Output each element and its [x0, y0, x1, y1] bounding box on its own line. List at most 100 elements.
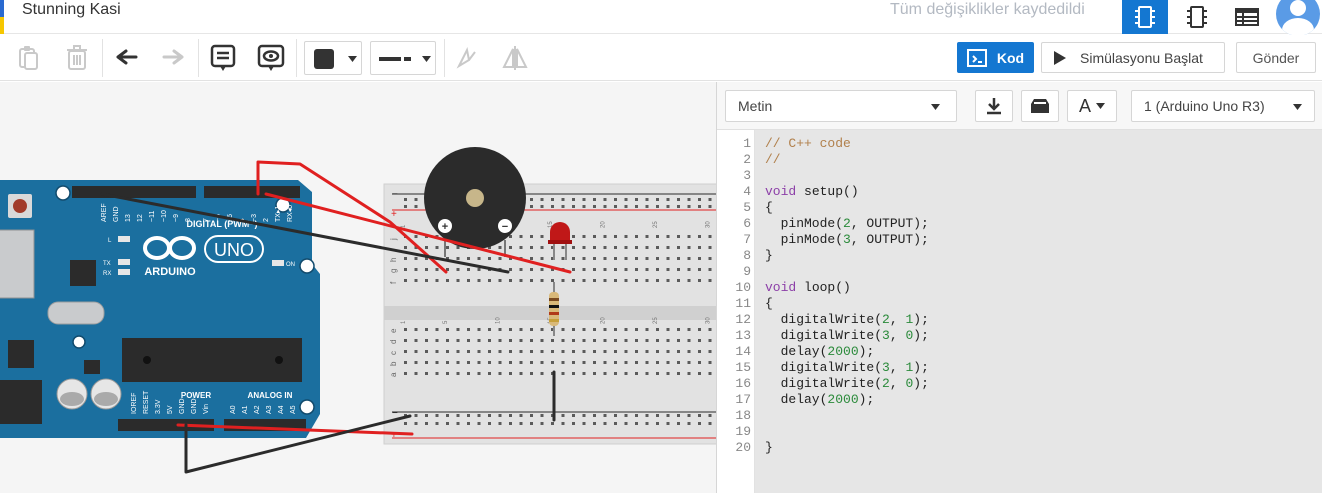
notes-button[interactable]: [206, 41, 240, 75]
eye-note-icon: [257, 44, 285, 71]
column-number: 10: [496, 317, 502, 324]
code-line: {: [765, 200, 773, 215]
project-title[interactable]: Stunning Kasi: [22, 0, 121, 20]
play-icon: [1054, 50, 1066, 65]
code-editor-icon: [966, 48, 987, 67]
line-number: 19: [735, 424, 751, 439]
rail-plus-label-bottom: +: [391, 430, 397, 441]
row-letter: h: [389, 258, 398, 262]
pin-label: A4: [278, 405, 285, 414]
line-number: 4: [743, 184, 751, 199]
row-letter: d: [389, 340, 398, 344]
start-simulation-label: Simülasyonu Başlat: [1080, 49, 1203, 66]
undo-button[interactable]: [110, 41, 144, 75]
download-button[interactable]: [975, 90, 1013, 122]
note-visibility-button[interactable]: [254, 41, 288, 75]
pin-label: A5: [290, 405, 297, 414]
svg-text:−: −: [502, 221, 508, 233]
line-number: 16: [735, 376, 751, 391]
top-bar: Stunning Kasi Tüm değişiklikler kaydedil…: [0, 0, 1322, 36]
column-number: 30: [706, 317, 712, 324]
led-label-rx: RX: [103, 271, 111, 277]
pin-label: GND: [179, 398, 186, 414]
chevron-down-icon: [1293, 104, 1302, 110]
circuit-drawing[interactable]: UNO ARDUINO DIGITAL (PWM~) POWER ANALOG …: [0, 82, 716, 493]
redo-button[interactable]: [156, 41, 190, 75]
row-letter: b: [389, 361, 398, 366]
copy-icon: [19, 46, 38, 70]
code-line: digitalWrite(3, 1);: [765, 360, 929, 375]
schematic-view-button[interactable]: [1174, 0, 1220, 34]
line-style-icon: [379, 57, 411, 61]
flip-button[interactable]: [498, 41, 532, 75]
pin-label: GND: [191, 398, 198, 414]
send-button[interactable]: Gönder: [1236, 42, 1316, 73]
device-label: 1 (Arduino Uno R3): [1144, 98, 1265, 114]
start-simulation-button[interactable]: Simülasyonu Başlat: [1041, 42, 1225, 73]
line-number: 13: [735, 328, 751, 343]
pin-label: GND: [113, 206, 120, 222]
column-number: 25: [653, 317, 659, 324]
pin-label: 2: [263, 218, 270, 222]
download-icon: [987, 98, 1001, 115]
line-number: 2: [743, 152, 751, 167]
fill-color-dropdown[interactable]: [304, 41, 362, 75]
line-number: 7: [743, 232, 751, 247]
pin-label: Vin: [203, 404, 210, 414]
user-avatar[interactable]: [1276, 0, 1320, 36]
rail-minus-label: −: [392, 189, 398, 200]
column-number: 30: [706, 221, 712, 228]
column-number: 25: [653, 221, 659, 228]
code-mode-dropdown[interactable]: Metin: [725, 90, 957, 122]
pin-label: ~11: [149, 211, 156, 222]
line-number: 15: [735, 360, 751, 375]
font-size-button[interactable]: A: [1067, 90, 1117, 122]
circuit-view-button[interactable]: [1122, 0, 1168, 34]
chevron-down-icon: [1096, 103, 1105, 109]
row-letter: c: [389, 351, 398, 355]
code-line: //: [765, 152, 781, 167]
editor-toolbar: Kod Simülasyonu Başlat Gönder: [0, 35, 1322, 81]
board-name: UNO: [214, 240, 254, 260]
rotate-icon: [456, 46, 476, 69]
code-line: digitalWrite(3, 0);: [765, 328, 929, 343]
code-line: void loop(): [765, 280, 851, 295]
line-number: 6: [743, 216, 751, 231]
code-line: digitalWrite(2, 1);: [765, 312, 929, 327]
line-number: 10: [735, 280, 751, 295]
code-line: pinMode(3, OUTPUT);: [765, 232, 929, 247]
code-button-label: Kod: [996, 49, 1025, 66]
copy-button[interactable]: [12, 41, 46, 75]
device-dropdown[interactable]: 1 (Arduino Uno R3): [1131, 90, 1315, 122]
rotate-button[interactable]: [450, 41, 484, 75]
app-logo[interactable]: [0, 0, 4, 34]
trash-icon: [67, 45, 87, 70]
delete-button[interactable]: [60, 41, 94, 75]
line-number: 3: [743, 168, 751, 183]
pin-label: ~10: [161, 210, 168, 222]
wire-style-dropdown[interactable]: [370, 41, 436, 75]
schematic-view-icon: [1187, 6, 1207, 28]
code-button[interactable]: Kod: [957, 42, 1034, 73]
line-number-gutter: 1 2 3 4 5 6 7 8 9 10 11 12 13 14 15 16 17 18 19 20: [717, 130, 755, 493]
pin-label: 5V: [167, 405, 174, 414]
pin-label: 13: [125, 214, 132, 222]
code-panel-header: Metin A 1 (Arduino Uno R3): [717, 82, 1322, 130]
column-number: 20: [601, 221, 607, 228]
library-button[interactable]: [1021, 90, 1059, 122]
line-number: 9: [743, 264, 751, 279]
led-label-on: ON: [286, 262, 295, 268]
analog-header-label: ANALOG IN: [248, 391, 293, 400]
chevron-down-icon: [931, 104, 940, 110]
svg-text:+: +: [442, 221, 448, 233]
row-letter: j: [389, 238, 398, 241]
arduino-uno-board[interactable]: UNO ARDUINO DIGITAL (PWM~) POWER ANALOG …: [0, 180, 320, 438]
line-number: 20: [735, 440, 751, 455]
component-list-button[interactable]: [1224, 0, 1270, 34]
circuit-canvas[interactable]: UNO ARDUINO DIGITAL (PWM~) POWER ANALOG …: [0, 82, 716, 493]
line-number: 11: [735, 296, 751, 311]
code-text-area[interactable]: // C++ code//void setup(){ pinMode(2, OU…: [755, 130, 1322, 493]
code-line: }: [765, 440, 773, 455]
pin-label: A1: [242, 405, 249, 414]
board-brand: ARDUINO: [144, 266, 196, 278]
